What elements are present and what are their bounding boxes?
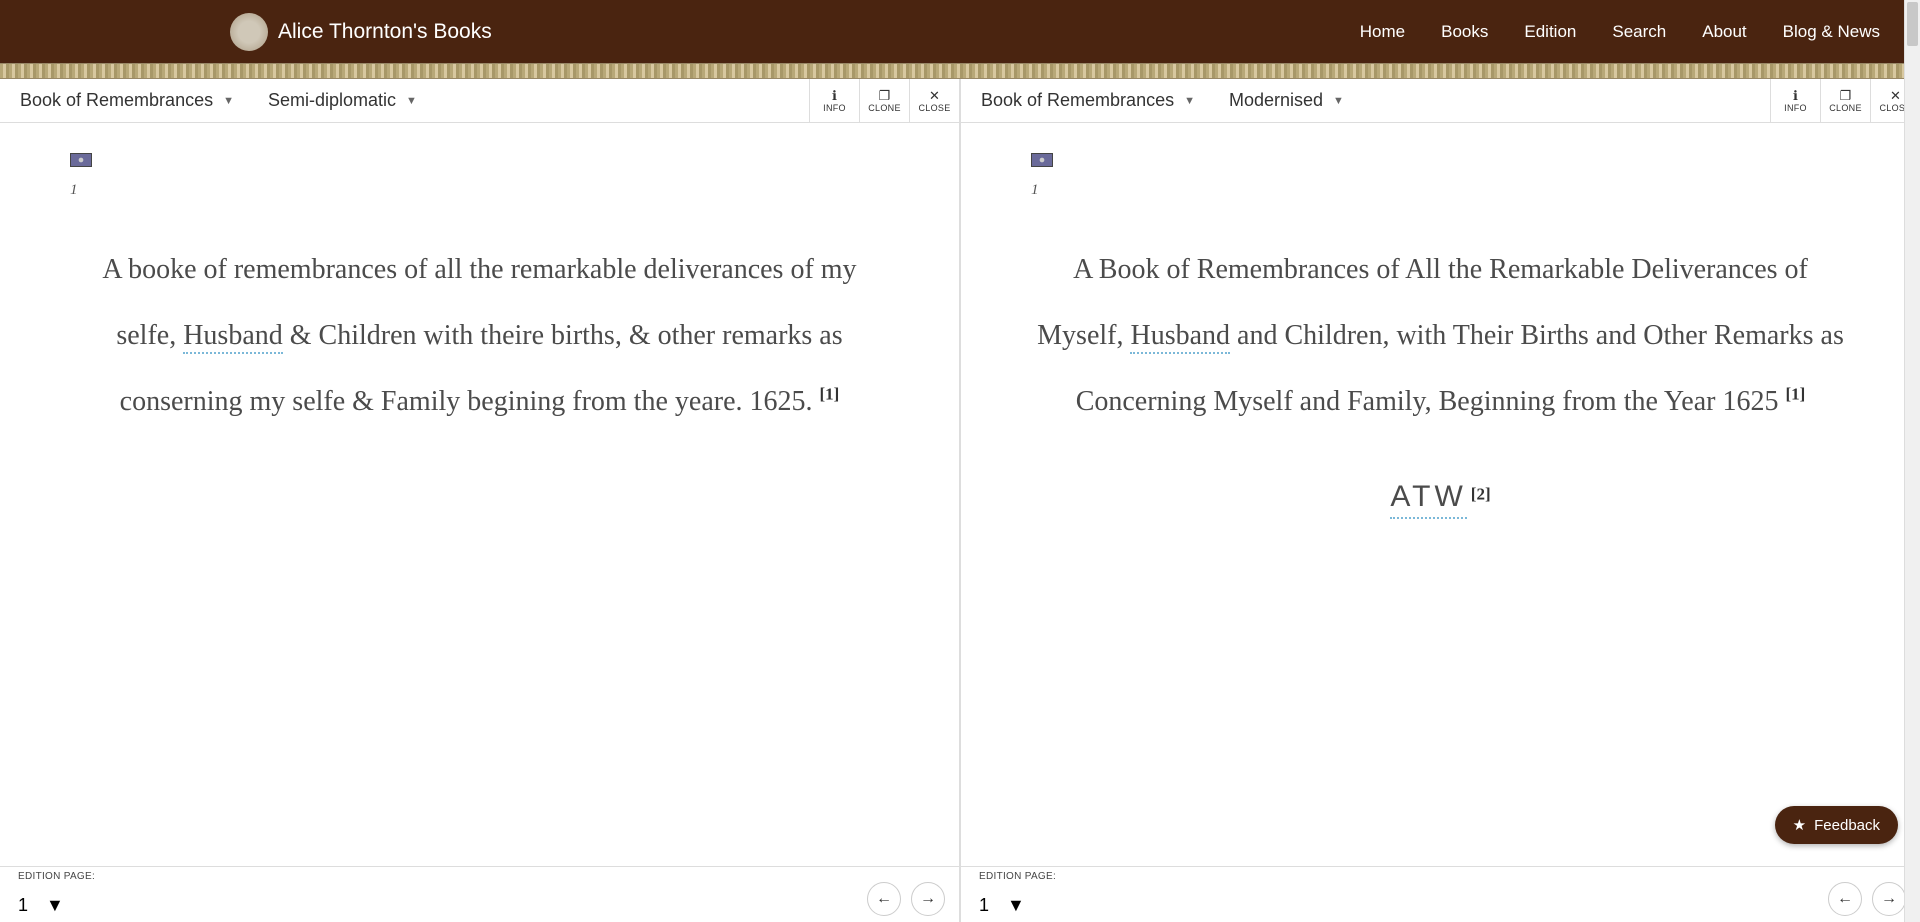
chevron-down-icon: ▼ — [223, 95, 234, 107]
chevron-down-icon: ▼ — [46, 895, 64, 916]
page-dropdown[interactable]: 1 ▼ — [18, 895, 64, 916]
pane-right: Book of Remembrances ▼ Modernised ▼ ℹ IN… — [961, 79, 1920, 922]
feedback-button[interactable]: ★ Feedback — [1775, 806, 1898, 844]
footnote-ref-2[interactable]: [2] — [1471, 485, 1491, 504]
clone-icon: ❐ — [879, 89, 891, 102]
pane-footer-right: EDITION PAGE: 1 ▼ ← → — [961, 866, 1920, 922]
author-signature[interactable]: ATW — [1390, 480, 1466, 519]
primary-nav: Home Books Edition Search About Blog & N… — [1360, 22, 1880, 42]
arrow-left-icon: ← — [876, 890, 892, 908]
nav-home[interactable]: Home — [1360, 22, 1405, 42]
annotated-term[interactable]: Husband — [1130, 320, 1230, 354]
edition-page-label: EDITION PAGE: — [18, 871, 95, 882]
page-dropdown-value: 1 — [18, 895, 28, 916]
window-scrollbar[interactable]: ▲ — [1904, 0, 1920, 922]
clone-button[interactable]: ❐ CLONE — [1820, 79, 1870, 123]
image-marker-icon[interactable] — [70, 153, 92, 167]
clone-icon: ❐ — [1840, 89, 1852, 102]
brand[interactable]: Alice Thornton's Books — [230, 13, 492, 51]
close-icon: ✕ — [1890, 89, 1901, 102]
close-icon: ✕ — [929, 89, 940, 102]
arrow-right-icon: → — [1881, 890, 1897, 908]
edition-page-label: EDITION PAGE: — [979, 871, 1056, 882]
signature-block: ATW [2] — [1031, 480, 1850, 514]
clone-label: CLONE — [1829, 103, 1862, 113]
brand-logo — [230, 13, 268, 51]
clone-label: CLONE — [868, 103, 901, 113]
clone-button[interactable]: ❐ CLONE — [859, 79, 909, 123]
footnote-ref-1[interactable]: [1] — [1785, 384, 1805, 403]
nav-about[interactable]: About — [1702, 22, 1746, 42]
viewer-panes: Book of Remembrances ▼ Semi-diplomatic ▼… — [0, 79, 1920, 922]
chevron-down-icon: ▼ — [1007, 895, 1025, 916]
book-dropdown-label: Book of Remembrances — [20, 90, 213, 111]
scrollbar-thumb[interactable] — [1907, 2, 1918, 46]
version-dropdown-label: Modernised — [1229, 90, 1323, 111]
nav-edition[interactable]: Edition — [1524, 22, 1576, 42]
brand-title: Alice Thornton's Books — [278, 20, 492, 44]
prev-page-button[interactable]: ← — [867, 882, 901, 916]
ornament-divider — [0, 63, 1920, 79]
pane-toolbar-right: Book of Remembrances ▼ Modernised ▼ ℹ IN… — [961, 79, 1920, 123]
page-dropdown-value: 1 — [979, 895, 989, 916]
document-title: A booke of remembrances of all the remar… — [70, 237, 889, 434]
arrow-right-icon: → — [920, 890, 936, 908]
next-page-button[interactable]: → — [1872, 882, 1906, 916]
footnote-ref-1[interactable]: [1] — [820, 384, 840, 403]
next-page-button[interactable]: → — [911, 882, 945, 916]
close-label: CLOSE — [918, 103, 950, 113]
book-dropdown-label: Book of Remembrances — [981, 90, 1174, 111]
book-dropdown[interactable]: Book of Remembrances ▼ — [975, 86, 1201, 115]
version-dropdown[interactable]: Modernised ▼ — [1223, 86, 1350, 115]
prev-page-button[interactable]: ← — [1828, 882, 1862, 916]
star-icon: ★ — [1793, 816, 1806, 834]
version-dropdown-label: Semi-diplomatic — [268, 90, 396, 111]
top-navbar: Alice Thornton's Books Home Books Editio… — [0, 0, 1920, 63]
nav-books[interactable]: Books — [1441, 22, 1488, 42]
info-icon: ℹ — [832, 89, 837, 102]
pane-body-right[interactable]: 1 A Book of Remembrances of All the Rema… — [961, 123, 1920, 866]
chevron-down-icon: ▼ — [406, 95, 417, 107]
info-icon: ℹ — [1793, 89, 1798, 102]
chevron-down-icon: ▼ — [1184, 95, 1195, 107]
document-title: A Book of Remembrances of All the Remark… — [1031, 237, 1850, 434]
nav-search[interactable]: Search — [1612, 22, 1666, 42]
info-button[interactable]: ℹ INFO — [1770, 79, 1820, 123]
arrow-left-icon: ← — [1837, 890, 1853, 908]
image-marker-icon[interactable] — [1031, 153, 1053, 167]
pane-body-left[interactable]: 1 A booke of remembrances of all the rem… — [0, 123, 959, 866]
nav-blog[interactable]: Blog & News — [1783, 22, 1880, 42]
page-dropdown[interactable]: 1 ▼ — [979, 895, 1025, 916]
page-marker: 1 — [70, 182, 889, 199]
chevron-down-icon: ▼ — [1333, 95, 1344, 107]
info-label: INFO — [823, 103, 846, 113]
page-marker: 1 — [1031, 182, 1850, 199]
pane-toolbar-left: Book of Remembrances ▼ Semi-diplomatic ▼… — [0, 79, 959, 123]
feedback-label: Feedback — [1814, 817, 1880, 834]
info-button[interactable]: ℹ INFO — [809, 79, 859, 123]
info-label: INFO — [1784, 103, 1807, 113]
annotated-term[interactable]: Husband — [183, 320, 283, 354]
pane-left: Book of Remembrances ▼ Semi-diplomatic ▼… — [0, 79, 961, 922]
close-button[interactable]: ✕ CLOSE — [909, 79, 959, 123]
version-dropdown[interactable]: Semi-diplomatic ▼ — [262, 86, 423, 115]
pane-footer-left: EDITION PAGE: 1 ▼ ← → — [0, 866, 959, 922]
book-dropdown[interactable]: Book of Remembrances ▼ — [14, 86, 240, 115]
